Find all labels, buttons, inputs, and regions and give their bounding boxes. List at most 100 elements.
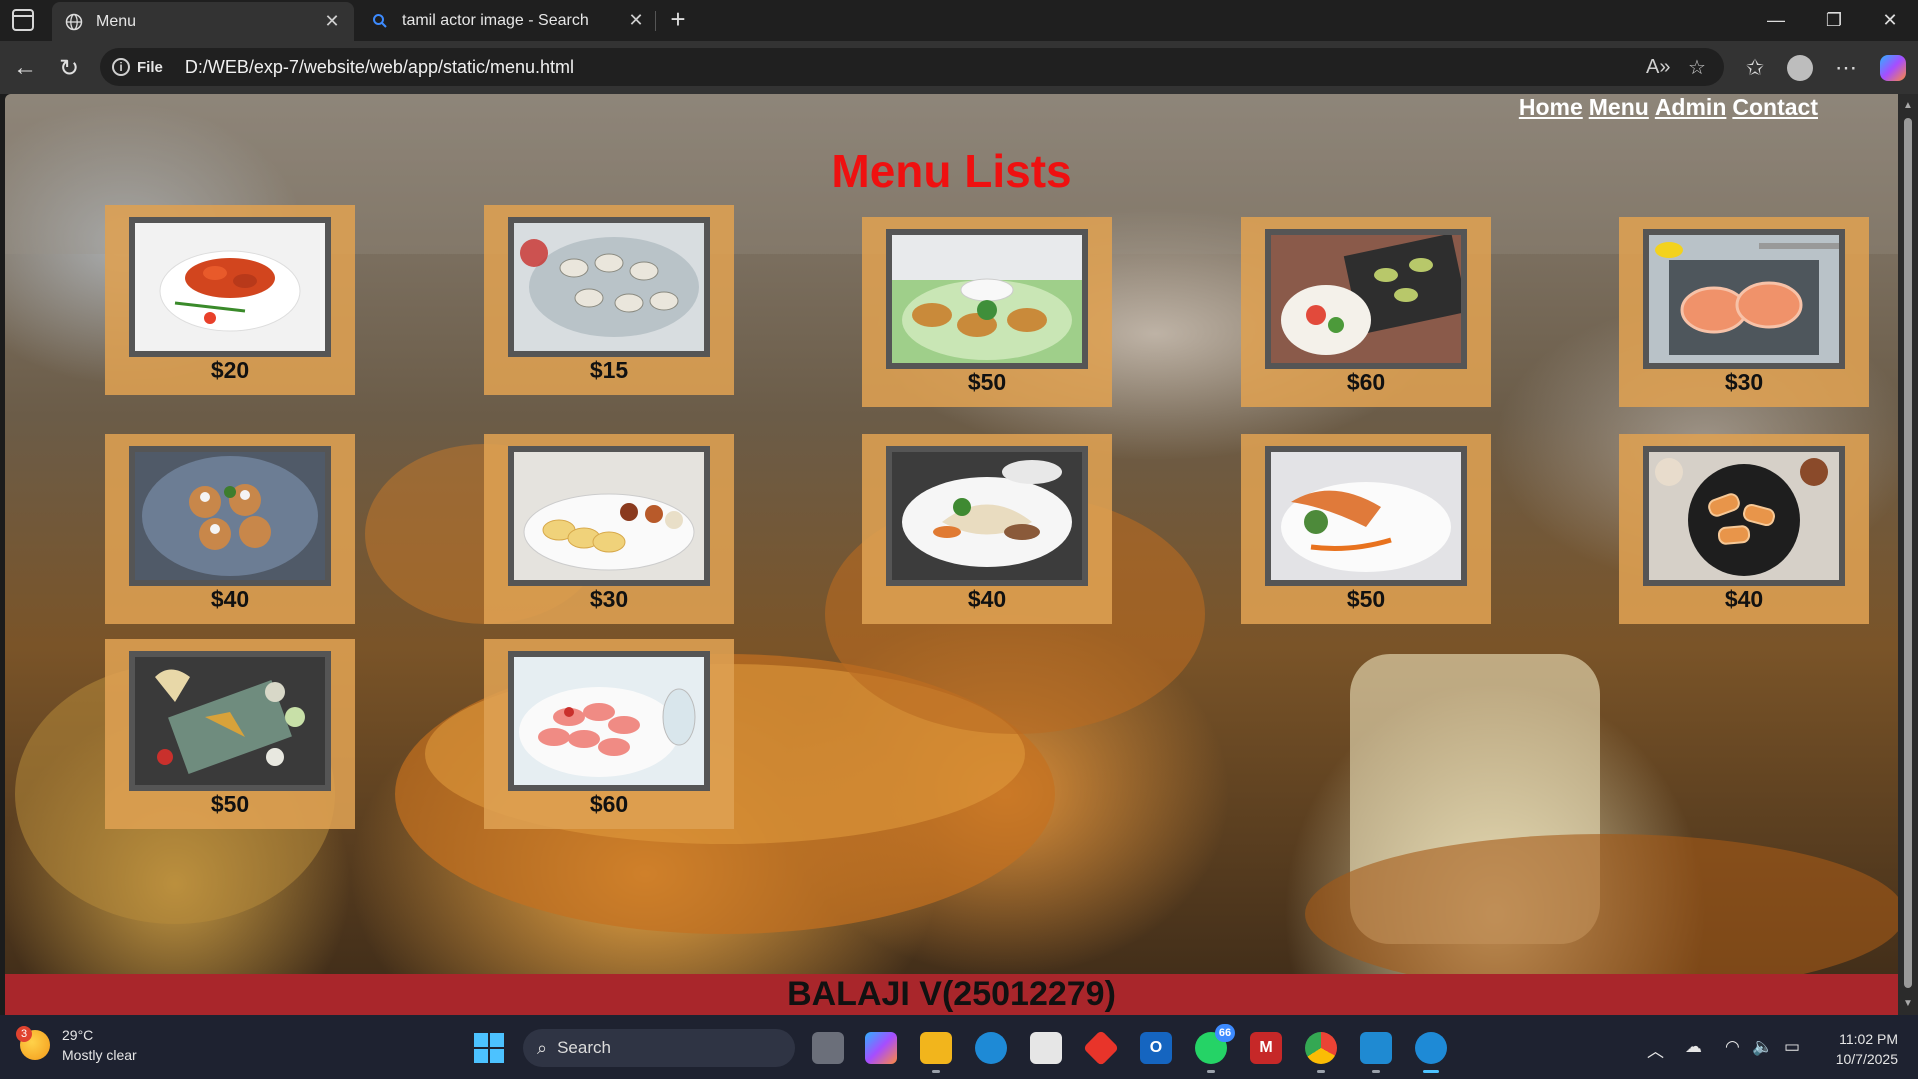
weather-condition: Mostly clear: [62, 1047, 137, 1063]
task-view-icon[interactable]: [812, 1032, 844, 1064]
whatsapp-badge: 66: [1215, 1024, 1235, 1042]
scroll-down-icon[interactable]: ▼: [1902, 998, 1914, 1009]
menu-card[interactable]: $30: [484, 434, 734, 624]
price-label: $40: [967, 586, 1007, 612]
weather-icon: 3: [16, 1026, 50, 1060]
volume-icon[interactable]: 🔈: [1752, 1037, 1773, 1057]
back-icon[interactable]: ←: [10, 53, 40, 83]
dish-image-frame: [1265, 229, 1467, 369]
outlook-icon[interactable]: O: [1140, 1032, 1172, 1064]
dish-image-frame: [508, 217, 710, 357]
git-icon[interactable]: [1082, 1029, 1120, 1067]
dish-image-frame: [1265, 446, 1467, 586]
date: 10/7/2025: [1835, 1051, 1898, 1067]
dish-image: [514, 657, 704, 785]
vertical-scrollbar[interactable]: ▲ ▼: [1898, 94, 1918, 1015]
dish-image-frame: [508, 446, 710, 586]
restore-icon[interactable]: ❐: [1806, 0, 1862, 41]
start-button-icon[interactable]: [474, 1033, 504, 1063]
menu-card[interactable]: $40: [862, 434, 1112, 624]
tab-label: tamil actor image - Search: [402, 11, 589, 29]
nav-link-home[interactable]: Home: [1519, 94, 1583, 121]
dish-image: [892, 452, 1082, 580]
menu-card[interactable]: $50: [1241, 434, 1491, 624]
price-label: $40: [210, 586, 250, 612]
close-tab-icon[interactable]: ✕: [322, 11, 342, 32]
taskbar-search[interactable]: ⌕ Search: [523, 1029, 795, 1067]
search-icon: [370, 11, 390, 31]
dish-image-frame: [1643, 446, 1845, 586]
favorite-star-icon[interactable]: ☆: [1688, 48, 1706, 86]
price-label: $60: [1346, 369, 1386, 395]
clock[interactable]: 11:02 PM 10/7/2025: [1836, 1029, 1898, 1069]
price-label: $20: [210, 357, 250, 383]
profile-avatar[interactable]: [1787, 55, 1813, 81]
site-info-label[interactable]: File: [137, 59, 163, 76]
new-tab-icon[interactable]: +: [664, 6, 692, 34]
dish-image: [135, 452, 325, 580]
search-icon: ⌕: [537, 1037, 548, 1058]
chrome-icon[interactable]: [1305, 1032, 1337, 1073]
info-icon[interactable]: i: [112, 58, 130, 76]
dish-image: [514, 223, 704, 351]
dish-image: [892, 235, 1082, 363]
tab-label: Menu: [96, 12, 137, 30]
nav-link-menu[interactable]: Menu: [1589, 94, 1649, 121]
menu-card[interactable]: $30: [1619, 217, 1869, 407]
dish-image-frame: [1643, 229, 1845, 369]
price-label: $50: [1346, 586, 1386, 612]
url-text[interactable]: D:/WEB/exp-7/website/web/app/static/menu…: [185, 57, 574, 78]
refresh-icon[interactable]: ↻: [54, 53, 84, 83]
tab-divider: [655, 11, 656, 31]
store-icon[interactable]: [1030, 1032, 1062, 1064]
menu-card[interactable]: $50: [105, 639, 355, 829]
dish-image: [1271, 235, 1461, 363]
dish-image-frame: [508, 651, 710, 791]
browser-toolbar: ← ↻ i File D:/WEB/exp-7/website/web/app/…: [0, 41, 1918, 94]
onedrive-icon[interactable]: ☁: [1685, 1037, 1702, 1057]
read-aloud-icon[interactable]: A»: [1646, 48, 1670, 86]
mcafee-icon[interactable]: M: [1250, 1032, 1282, 1064]
weather-widget[interactable]: 3 29°C Mostly clear: [16, 1025, 137, 1065]
tab-search[interactable]: tamil actor image - Search ✕: [358, 0, 658, 41]
nav-link-contact[interactable]: Contact: [1732, 94, 1818, 121]
price-label: $60: [589, 791, 629, 817]
menu-card[interactable]: $20: [105, 205, 355, 395]
menu-card[interactable]: $60: [1241, 217, 1491, 407]
address-bar[interactable]: i File D:/WEB/exp-7/website/web/app/stat…: [100, 48, 1724, 86]
copilot-icon[interactable]: [1880, 55, 1906, 81]
menu-card[interactable]: $40: [105, 434, 355, 624]
more-options-icon[interactable]: ⋯: [1831, 53, 1861, 83]
menu-card[interactable]: $15: [484, 205, 734, 395]
globe-icon: [64, 12, 84, 32]
menu-card[interactable]: $40: [1619, 434, 1869, 624]
whatsapp-icon[interactable]: 66: [1195, 1024, 1235, 1073]
wifi-icon[interactable]: ◠: [1725, 1037, 1740, 1057]
footer-bar: BALAJI V(25012279): [5, 974, 1898, 1015]
edge-active-icon[interactable]: [1415, 1032, 1447, 1073]
scrollbar-thumb[interactable]: [1904, 118, 1912, 988]
battery-icon[interactable]: ▭: [1784, 1037, 1800, 1057]
edge-icon[interactable]: [975, 1032, 1007, 1064]
menu-card[interactable]: $60: [484, 639, 734, 829]
favorites-icon[interactable]: ✩: [1740, 53, 1770, 83]
price-label: $15: [589, 357, 629, 383]
show-hidden-icons-icon[interactable]: ︿: [1647, 1037, 1664, 1062]
scroll-up-icon[interactable]: ▲: [1902, 100, 1914, 111]
windows-taskbar: 3 29°C Mostly clear ⌕ Search O 66 M ︿ ☁ …: [0, 1015, 1918, 1079]
file-explorer-icon[interactable]: [920, 1032, 952, 1073]
copilot-app-icon[interactable]: [865, 1032, 897, 1064]
dish-image-frame: [886, 446, 1088, 586]
menu-card[interactable]: $50: [862, 217, 1112, 407]
taskbar-search-label: Search: [557, 1038, 611, 1057]
vscode-icon[interactable]: [1360, 1032, 1392, 1073]
close-window-icon[interactable]: ✕: [1862, 0, 1918, 41]
nav-link-admin[interactable]: Admin: [1655, 94, 1727, 121]
minimize-icon[interactable]: —: [1748, 0, 1804, 41]
close-tab-icon[interactable]: ✕: [626, 10, 646, 31]
dish-image: [1271, 452, 1461, 580]
sidebar-toggle-icon[interactable]: [12, 9, 34, 31]
tab-menu[interactable]: Menu ✕: [52, 2, 354, 41]
page-title: Menu Lists: [831, 145, 1072, 197]
price-label: $40: [1724, 586, 1764, 612]
